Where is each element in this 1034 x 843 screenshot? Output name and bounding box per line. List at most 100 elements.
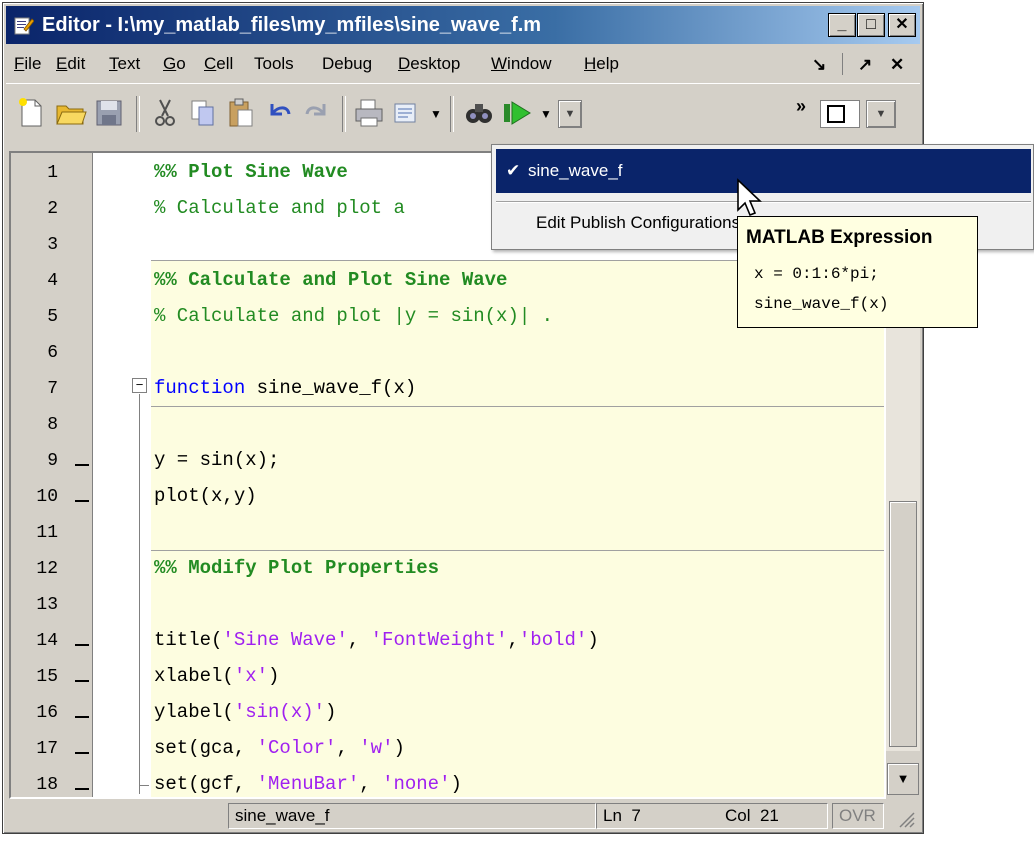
cut-icon[interactable] (148, 96, 182, 130)
breakpoint-marker[interactable] (75, 788, 89, 790)
save-icon[interactable] (92, 96, 126, 130)
undo-icon[interactable] (262, 96, 296, 130)
menu-go[interactable]: Go (163, 54, 186, 74)
breakpoint-marker[interactable] (75, 752, 89, 754)
scroll-down-icon[interactable]: ▼ (887, 763, 919, 795)
resize-grip-icon[interactable] (896, 809, 916, 829)
undock-icon[interactable]: ↗ (858, 55, 872, 75)
menu-cell[interactable]: Cell (204, 54, 233, 74)
menu-separator (842, 53, 843, 75)
line-number: 5 (47, 307, 58, 327)
code-line-5: % Calculate and plot |y = sin(x)| . (154, 305, 554, 327)
editor-app-icon (14, 17, 34, 35)
line-number: 3 (47, 235, 58, 255)
run-dropdown-icon[interactable]: ▼ (540, 107, 552, 121)
close-button[interactable]: ✕ (888, 13, 916, 37)
line-number: 17 (36, 739, 58, 759)
line-number: 11 (36, 523, 58, 543)
fold-toggle-icon[interactable]: − (132, 378, 147, 393)
redo-icon[interactable] (300, 96, 334, 130)
status-cursor-position: Ln 7 Col 21 (596, 803, 828, 829)
tooltip-line-1: x = 0:1:6*pi; (754, 265, 879, 283)
fold-end (139, 785, 149, 786)
menu-file[interactable]: File (14, 54, 41, 74)
line-number: 9 (47, 451, 58, 471)
maximize-button[interactable]: □ (857, 13, 885, 37)
run-config-dropdown[interactable]: ▼ (558, 100, 582, 128)
menu-debug[interactable]: Debug (322, 54, 372, 74)
breakpoint-column[interactable] (68, 153, 93, 797)
paste-icon[interactable] (224, 96, 258, 130)
code-line-18: set(gcf, 'MenuBar', 'none') (154, 773, 462, 795)
copy-icon[interactable] (186, 96, 220, 130)
publish-dropdown-icon[interactable]: ▼ (430, 107, 442, 121)
line-number: 13 (36, 595, 58, 615)
code-line-17: set(gca, 'Color', 'w') (154, 737, 405, 759)
code-line-9: y = sin(x); (154, 449, 280, 471)
publish-icon[interactable] (390, 96, 424, 130)
code-line-4: %% Calculate and Plot Sine Wave (154, 269, 508, 291)
code-line-10: plot(x,y) (154, 485, 257, 507)
line-number: 8 (47, 415, 58, 435)
menu-edit[interactable]: Edit (56, 54, 85, 74)
line-number: 4 (47, 271, 58, 291)
maximize-icon: □ (866, 16, 876, 33)
checkmark-icon: ✔ (506, 161, 521, 180)
line-number: 10 (36, 487, 58, 507)
mouse-cursor-icon (737, 178, 762, 217)
menu-item-label: sine_wave_f (528, 161, 623, 180)
menu-text[interactable]: Text (109, 54, 140, 74)
fold-column (93, 153, 151, 797)
cell-toolbar-dropdown[interactable]: ▼ (866, 100, 896, 128)
cell-toolbar-combo[interactable] (820, 100, 860, 128)
menu-bar: File Edit Text Go Cell Tools Debug Deskt… (6, 47, 920, 81)
code-line-2: % Calculate and plot a (154, 197, 405, 219)
line-number: 7 (47, 379, 58, 399)
scroll-thumb[interactable] (889, 501, 917, 747)
new-file-icon[interactable] (14, 96, 48, 130)
status-bar: sine_wave_f Ln 7 Col 21 OVR (6, 799, 920, 833)
minimize-icon: _ (837, 16, 847, 33)
menu-tools[interactable]: Tools (254, 54, 294, 74)
toolbar-overflow-icon[interactable]: » (796, 96, 806, 117)
code-line-1: %% Plot Sine Wave (154, 161, 348, 183)
line-number: 1 (47, 163, 58, 183)
line-number: 16 (36, 703, 58, 723)
code-line-12: %% Modify Plot Properties (154, 557, 440, 579)
close-document-icon[interactable]: ✕ (890, 55, 904, 75)
minimize-button[interactable]: _ (828, 13, 856, 37)
dock-icon[interactable]: ↘ (812, 55, 826, 75)
menu-desktop[interactable]: Desktop (398, 54, 460, 74)
code-line-15: xlabel('x') (154, 665, 280, 687)
menu-window[interactable]: Window (491, 54, 551, 74)
toolbar-separator (450, 96, 454, 132)
line-number: 2 (47, 199, 58, 219)
tooltip-line-2: sine_wave_f(x) (754, 295, 889, 313)
status-function-name: sine_wave_f (228, 803, 596, 829)
line-number: 14 (36, 631, 58, 651)
code-line-7: function sine_wave_f(x) (154, 377, 417, 399)
window-title: Editor - I:\my_matlab_files\my_mfiles\si… (42, 14, 542, 36)
breakpoint-marker[interactable] (75, 500, 89, 502)
breakpoint-marker[interactable] (75, 716, 89, 718)
close-icon: ✕ (895, 16, 909, 33)
title-bar[interactable]: Editor - I:\my_matlab_files\my_mfiles\si… (6, 6, 920, 44)
menu-help[interactable]: Help (584, 54, 619, 74)
status-ovr: OVR (832, 803, 884, 829)
line-number: 18 (36, 775, 58, 795)
line-number: 6 (47, 343, 58, 363)
fold-line (139, 394, 140, 794)
open-folder-icon[interactable] (54, 96, 88, 130)
run-icon[interactable] (500, 96, 534, 130)
breakpoint-marker[interactable] (75, 464, 89, 466)
find-icon[interactable] (462, 96, 496, 130)
editor-window: Editor - I:\my_matlab_files\my_mfiles\si… (2, 2, 924, 834)
breakpoint-marker[interactable] (75, 680, 89, 682)
line-number: 12 (36, 559, 58, 579)
print-icon[interactable] (352, 96, 386, 130)
breakpoint-marker[interactable] (75, 644, 89, 646)
toolbar-separator (342, 96, 346, 132)
code-line-14: title('Sine Wave', 'FontWeight','bold') (154, 629, 599, 651)
cell-divider (151, 550, 884, 551)
cell-divider (151, 406, 884, 407)
